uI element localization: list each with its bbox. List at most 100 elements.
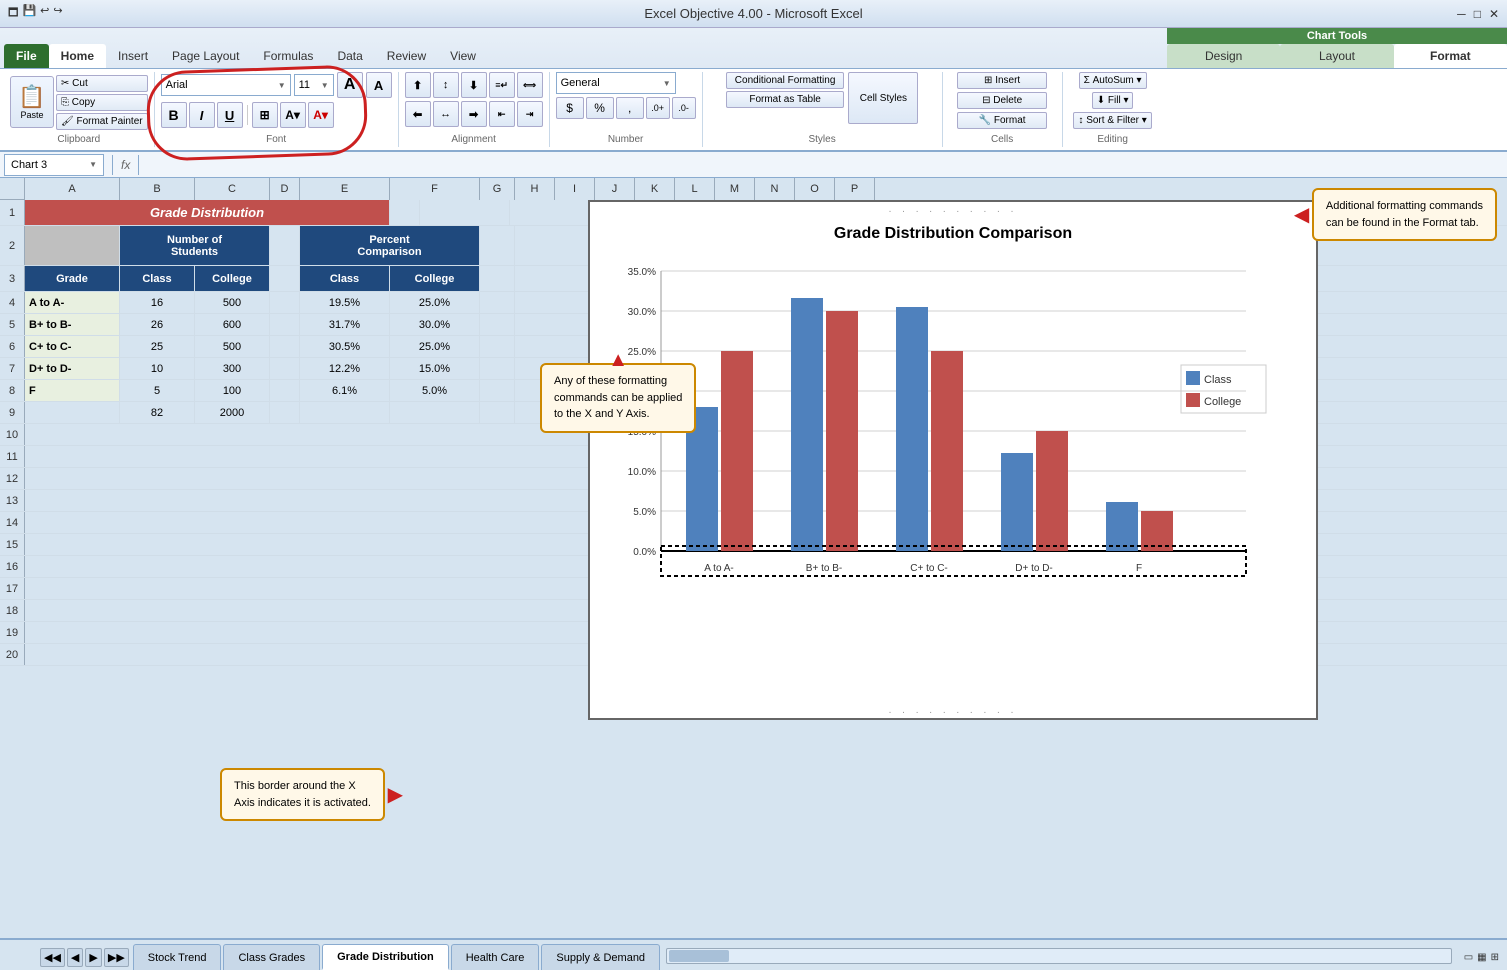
- row-num-20[interactable]: 20: [0, 644, 25, 665]
- col-header-F[interactable]: F: [390, 178, 480, 200]
- align-center-button[interactable]: ↔: [433, 101, 459, 127]
- col-header-D[interactable]: D: [270, 178, 300, 200]
- merge-center-button[interactable]: ⟺: [517, 72, 543, 98]
- cell-G7[interactable]: [480, 358, 515, 379]
- col-header-M[interactable]: M: [715, 178, 755, 200]
- tab-home[interactable]: Home: [49, 44, 106, 68]
- cell-title[interactable]: Grade Distribution: [25, 200, 390, 225]
- cell-E1[interactable]: [420, 200, 510, 225]
- tab-next-arrow[interactable]: ▶: [85, 948, 101, 967]
- font-size-dropdown[interactable]: 11 ▼: [294, 74, 334, 96]
- cell-C6[interactable]: 500: [195, 336, 270, 357]
- cell-G6[interactable]: [480, 336, 515, 357]
- tab-design[interactable]: Design: [1167, 44, 1280, 68]
- row-num-16[interactable]: 16: [0, 556, 25, 577]
- row-num-2[interactable]: 2: [0, 226, 25, 265]
- cell-F8[interactable]: 5.0%: [390, 380, 480, 401]
- view-normal[interactable]: ▭: [1464, 952, 1473, 963]
- col-header-I[interactable]: I: [555, 178, 595, 200]
- cell-C3[interactable]: College: [195, 266, 270, 291]
- close-btn[interactable]: ✕: [1489, 7, 1499, 21]
- chart-container[interactable]: . . . . . . . . . . Grade Distribution C…: [588, 200, 1318, 720]
- cell-C9[interactable]: 2000: [195, 402, 270, 423]
- formula-input[interactable]: [147, 163, 1503, 167]
- cell-B4[interactable]: 16: [120, 292, 195, 313]
- italic-button[interactable]: I: [189, 102, 215, 128]
- cell-C7[interactable]: 300: [195, 358, 270, 379]
- tab-stock-trend[interactable]: Stock Trend: [133, 944, 222, 970]
- col-header-O[interactable]: O: [795, 178, 835, 200]
- tab-prev-arrow[interactable]: ◀: [67, 948, 83, 967]
- cell-F9[interactable]: [390, 402, 480, 423]
- tab-class-grades[interactable]: Class Grades: [223, 944, 320, 970]
- cell-B2[interactable]: Number ofStudents: [120, 226, 270, 265]
- percent-button[interactable]: %: [586, 97, 614, 119]
- decrease-decimal-button[interactable]: .0-: [672, 97, 696, 119]
- increase-indent-button[interactable]: ⇥: [517, 101, 543, 127]
- cell-A8[interactable]: F: [25, 380, 120, 401]
- cell-B3[interactable]: Class: [120, 266, 195, 291]
- font-color-button[interactable]: A▾: [308, 102, 334, 128]
- col-header-J[interactable]: J: [595, 178, 635, 200]
- comma-button[interactable]: ,: [616, 97, 644, 119]
- cell-D4[interactable]: [270, 292, 300, 313]
- row-num-8[interactable]: 8: [0, 380, 25, 401]
- cell-C5[interactable]: 600: [195, 314, 270, 335]
- cell-C4[interactable]: 500: [195, 292, 270, 313]
- row-num-6[interactable]: 6: [0, 336, 25, 357]
- cell-E6[interactable]: 30.5%: [300, 336, 390, 357]
- row-num-19[interactable]: 19: [0, 622, 25, 643]
- cell-E3[interactable]: Class: [300, 266, 390, 291]
- row-num-14[interactable]: 14: [0, 512, 25, 533]
- cell-D1[interactable]: [390, 200, 420, 225]
- tab-file[interactable]: File: [4, 44, 49, 68]
- col-header-B[interactable]: B: [120, 178, 195, 200]
- tab-view[interactable]: View: [438, 44, 488, 68]
- underline-button[interactable]: U: [217, 102, 243, 128]
- row-num-15[interactable]: 15: [0, 534, 25, 555]
- cell-E2[interactable]: PercentComparison: [300, 226, 480, 265]
- cell-B6[interactable]: 25: [120, 336, 195, 357]
- decrease-indent-button[interactable]: ⇤: [489, 101, 515, 127]
- tab-page-layout[interactable]: Page Layout: [160, 44, 251, 68]
- align-bottom-button[interactable]: ⬇: [461, 72, 487, 98]
- autosum-button[interactable]: Σ AutoSum ▾: [1079, 72, 1147, 89]
- tab-scrollbar-thumb[interactable]: [669, 950, 729, 962]
- row-num-7[interactable]: 7: [0, 358, 25, 379]
- tab-layout[interactable]: Layout: [1280, 44, 1393, 68]
- wrap-text-button[interactable]: ≡↵: [489, 72, 515, 98]
- row-num-5[interactable]: 5: [0, 314, 25, 335]
- row-num-13[interactable]: 13: [0, 490, 25, 511]
- cell-G5[interactable]: [480, 314, 515, 335]
- minimize-btn[interactable]: ─: [1457, 7, 1466, 21]
- cell-E4[interactable]: 19.5%: [300, 292, 390, 313]
- delete-button[interactable]: ⊟ Delete: [957, 92, 1047, 109]
- number-format-dropdown[interactable]: General ▼: [556, 72, 676, 94]
- cell-B7[interactable]: 10: [120, 358, 195, 379]
- cell-E9[interactable]: [300, 402, 390, 423]
- format-button[interactable]: 🔧 Format: [957, 112, 1047, 129]
- row-num-3[interactable]: 3: [0, 266, 25, 291]
- cell-A4[interactable]: A to A-: [25, 292, 120, 313]
- cut-button[interactable]: ✂ Cut: [56, 75, 148, 92]
- col-header-H[interactable]: H: [515, 178, 555, 200]
- tab-data[interactable]: Data: [325, 44, 374, 68]
- cell-G4[interactable]: [480, 292, 515, 313]
- col-header-L[interactable]: L: [675, 178, 715, 200]
- cell-A9[interactable]: [25, 402, 120, 423]
- align-left-button[interactable]: ⬅: [405, 101, 431, 127]
- row-num-4[interactable]: 4: [0, 292, 25, 313]
- view-break[interactable]: ⊞: [1491, 952, 1499, 963]
- tab-insert[interactable]: Insert: [106, 44, 160, 68]
- col-header-C[interactable]: C: [195, 178, 270, 200]
- align-middle-button[interactable]: ↕: [433, 72, 459, 98]
- maximize-btn[interactable]: □: [1474, 7, 1481, 21]
- row-num-9[interactable]: 9: [0, 402, 25, 423]
- tab-first-arrow[interactable]: ◀◀: [40, 948, 65, 967]
- cell-D2[interactable]: [270, 226, 300, 265]
- name-box[interactable]: Chart 3 ▼: [4, 154, 104, 176]
- cell-D8[interactable]: [270, 380, 300, 401]
- cell-styles-button[interactable]: Cell Styles: [848, 72, 918, 124]
- fill-color-button[interactable]: A▾: [280, 102, 306, 128]
- undo-icon[interactable]: ↩: [40, 4, 49, 23]
